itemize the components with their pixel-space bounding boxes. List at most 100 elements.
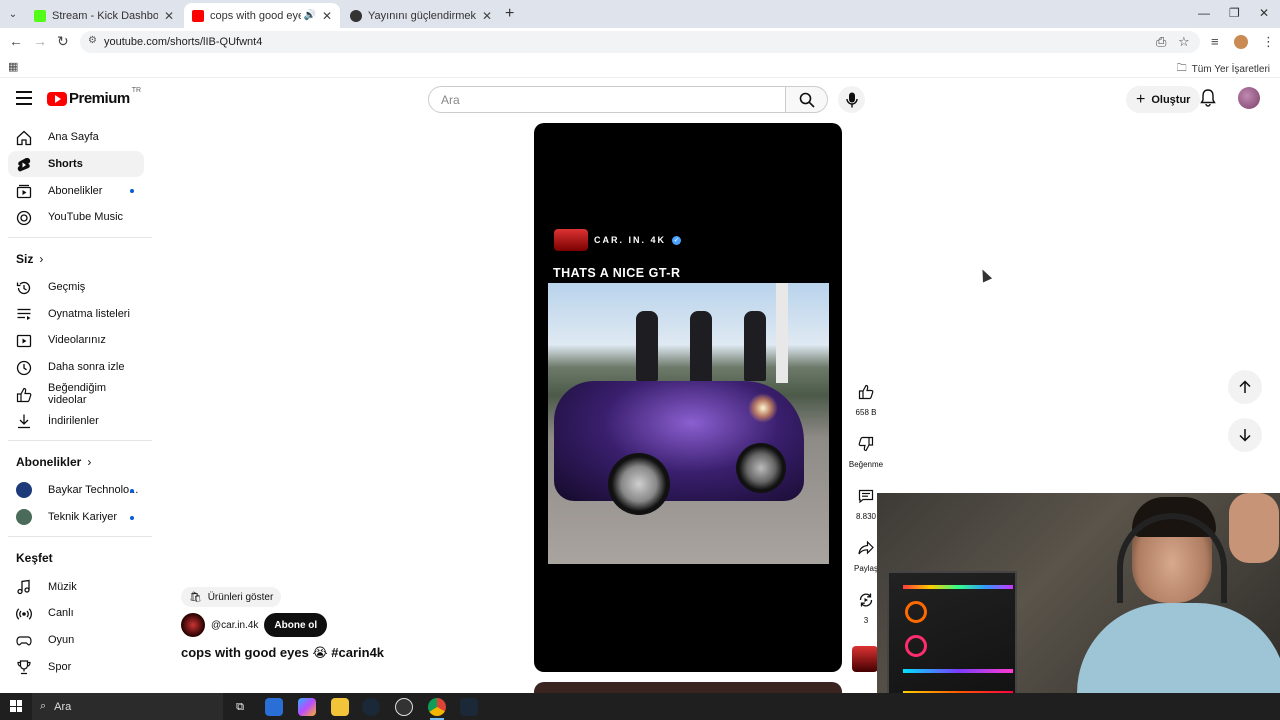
- channel-handle[interactable]: @car.in.4k: [211, 620, 258, 631]
- file-explorer-icon[interactable]: [331, 698, 349, 716]
- sidebar-item-history[interactable]: Geçmiş: [8, 274, 144, 301]
- site-info-icon[interactable]: ⚙: [88, 35, 97, 46]
- forward-icon[interactable]: →: [33, 33, 47, 49]
- like-button[interactable]: 658 B: [848, 378, 884, 430]
- sidebar-item-channel-teknik-kariyer[interactable]: Teknik Kariyer: [8, 504, 144, 531]
- close-tab-icon[interactable]: ✕: [482, 9, 492, 23]
- create-button[interactable]: + Oluştur: [1126, 86, 1201, 113]
- next-short-button[interactable]: [1228, 418, 1262, 452]
- menu-dots-icon[interactable]: ⋮: [1262, 34, 1275, 50]
- sidebar-item-channel-baykar[interactable]: Baykar Technolo...: [8, 477, 144, 504]
- sidebar-section-subscriptions[interactable]: Abonelikler ›: [0, 447, 152, 477]
- browser-tab-bar: ⌄ Stream - Kick Dashboard ✕ cops with go…: [0, 0, 1280, 28]
- show-products-button[interactable]: 🛍 Ürünleri göster: [181, 587, 282, 607]
- search-input[interactable]: Ara: [428, 86, 786, 113]
- channel-avatar: [16, 508, 32, 525]
- minimize-icon[interactable]: —: [1198, 6, 1210, 20]
- sidebar-item-your-videos[interactable]: Videolarınız: [8, 327, 144, 354]
- bookmarks-bar: ▦ 🗀 Tüm Yer İşaretleri: [0, 56, 1280, 78]
- tab-kick-dashboard[interactable]: Stream - Kick Dashboard ✕: [26, 3, 182, 28]
- sidebar-section-you[interactable]: Siz ›: [0, 244, 152, 274]
- search-icon: ⌕: [40, 700, 47, 712]
- youtube-header: Premium TR Ara + Oluştur: [0, 80, 1280, 120]
- steam-client-icon[interactable]: [460, 698, 478, 716]
- bookmark-star-icon[interactable]: ☆: [1178, 34, 1190, 50]
- search-button[interactable]: [786, 86, 828, 113]
- police-officer: [636, 311, 658, 381]
- profile-avatar[interactable]: [1234, 35, 1248, 49]
- arrow-up-icon: [1239, 380, 1251, 393]
- close-tab-icon[interactable]: ✕: [322, 9, 332, 23]
- sidebar-item-sports[interactable]: Spor: [8, 653, 144, 680]
- task-view-icon[interactable]: ⧉: [231, 698, 249, 716]
- close-window-icon[interactable]: ✕: [1259, 6, 1269, 20]
- notifications-bell-icon[interactable]: [1200, 89, 1216, 110]
- install-app-icon[interactable]: ⎙: [1156, 34, 1166, 50]
- video-headline: THATS A NICE GT-R: [553, 266, 681, 280]
- rgb-fan: [905, 601, 927, 623]
- speaker-icon[interactable]: 🔊: [303, 10, 315, 21]
- sound-thumbnail[interactable]: [852, 646, 878, 672]
- chrome-icon[interactable]: [428, 698, 446, 716]
- windows-start-icon[interactable]: [10, 700, 22, 712]
- shorts-icon: [16, 157, 32, 173]
- home-icon: [16, 130, 32, 146]
- thumbs-up-icon: [16, 387, 32, 403]
- tab-yayin[interactable]: Yayınını güçlendirmek için en i ✕: [342, 3, 500, 28]
- dislike-button[interactable]: Beğenme: [848, 430, 884, 482]
- tab-search-icon[interactable]: ⌄: [4, 5, 22, 23]
- shorts-player[interactable]: CAR. IN. 4K ✓ THATS A NICE GT-R: [534, 123, 842, 672]
- restore-icon[interactable]: ❐: [1229, 6, 1240, 20]
- back-icon[interactable]: ←: [9, 33, 23, 49]
- obs-icon[interactable]: [395, 698, 413, 716]
- account-avatar[interactable]: [1238, 87, 1260, 109]
- police-officer: [744, 311, 766, 381]
- all-bookmarks-button[interactable]: 🗀 Tüm Yer İşaretleri: [1177, 61, 1270, 78]
- new-tab-icon[interactable]: +: [505, 5, 514, 23]
- new-content-dot: [130, 488, 134, 493]
- divider: [8, 536, 152, 538]
- webcam-overlay: [877, 493, 1280, 720]
- channel-owner: @car.in.4k Abone ol: [181, 613, 328, 637]
- headlight-glare: [748, 393, 778, 423]
- shopping-bag-icon: 🛍: [189, 591, 202, 603]
- media-control-icon[interactable]: ≡: [1211, 34, 1219, 49]
- sidebar-item-live[interactable]: Canlı: [8, 600, 144, 627]
- sidebar-item-playlists[interactable]: Oynatma listeleri: [8, 300, 144, 327]
- sidebar-item-gaming[interactable]: Oyun: [8, 627, 144, 654]
- close-tab-icon[interactable]: ✕: [164, 9, 174, 23]
- thumbs-down-icon: [851, 430, 881, 458]
- channel-avatar[interactable]: [181, 613, 205, 637]
- subscriptions-icon: [16, 183, 32, 199]
- youtube-premium-logo[interactable]: Premium TR: [47, 87, 141, 107]
- mouse-cursor: [977, 267, 993, 283]
- trophy-icon: [16, 659, 32, 675]
- previous-short-button[interactable]: [1228, 370, 1262, 404]
- microphone-icon: [845, 92, 858, 107]
- sidebar-item-shorts[interactable]: Shorts: [8, 150, 144, 178]
- taskbar-search[interactable]: ⌕ Ara: [32, 693, 223, 720]
- reload-icon[interactable]: ↻: [57, 33, 69, 50]
- subscribe-button[interactable]: Abone ol: [264, 613, 328, 637]
- apps-grid-icon[interactable]: ▦: [8, 60, 18, 73]
- youtube-favicon-icon: [192, 9, 204, 22]
- address-bar: ← → ↻ ⚙ youtube.com/shorts/lIB-QUfwnt4 ⎙…: [0, 28, 1280, 56]
- voice-search-button[interactable]: [838, 86, 865, 113]
- hamburger-menu-icon[interactable]: [16, 91, 32, 105]
- gaming-icon: [16, 633, 32, 649]
- sidebar-item-watch-later[interactable]: Daha sonra izle: [8, 354, 144, 381]
- steam-icon[interactable]: [362, 698, 380, 716]
- tab-youtube-short[interactable]: cops with good eyes 😭 #c 🔊 ✕: [184, 3, 340, 28]
- copilot-icon[interactable]: [298, 698, 316, 716]
- sidebar-item-home[interactable]: Ana Sayfa: [8, 124, 144, 151]
- car-wheel: [608, 453, 670, 515]
- pinned-app-icon[interactable]: [265, 698, 283, 716]
- video-frame: [548, 283, 829, 564]
- sidebar-item-liked-videos[interactable]: Beğendiğim videolar: [8, 381, 144, 408]
- sidebar-item-youtube-music[interactable]: YouTube Music: [8, 204, 144, 231]
- divider: [8, 236, 152, 238]
- sidebar-item-downloads[interactable]: İndirilenler: [8, 407, 144, 434]
- url-field[interactable]: ⚙ youtube.com/shorts/lIB-QUfwnt4: [80, 31, 1200, 53]
- sidebar-item-subscriptions[interactable]: Abonelikler: [8, 177, 144, 204]
- sidebar-item-music[interactable]: Müzik: [8, 573, 144, 600]
